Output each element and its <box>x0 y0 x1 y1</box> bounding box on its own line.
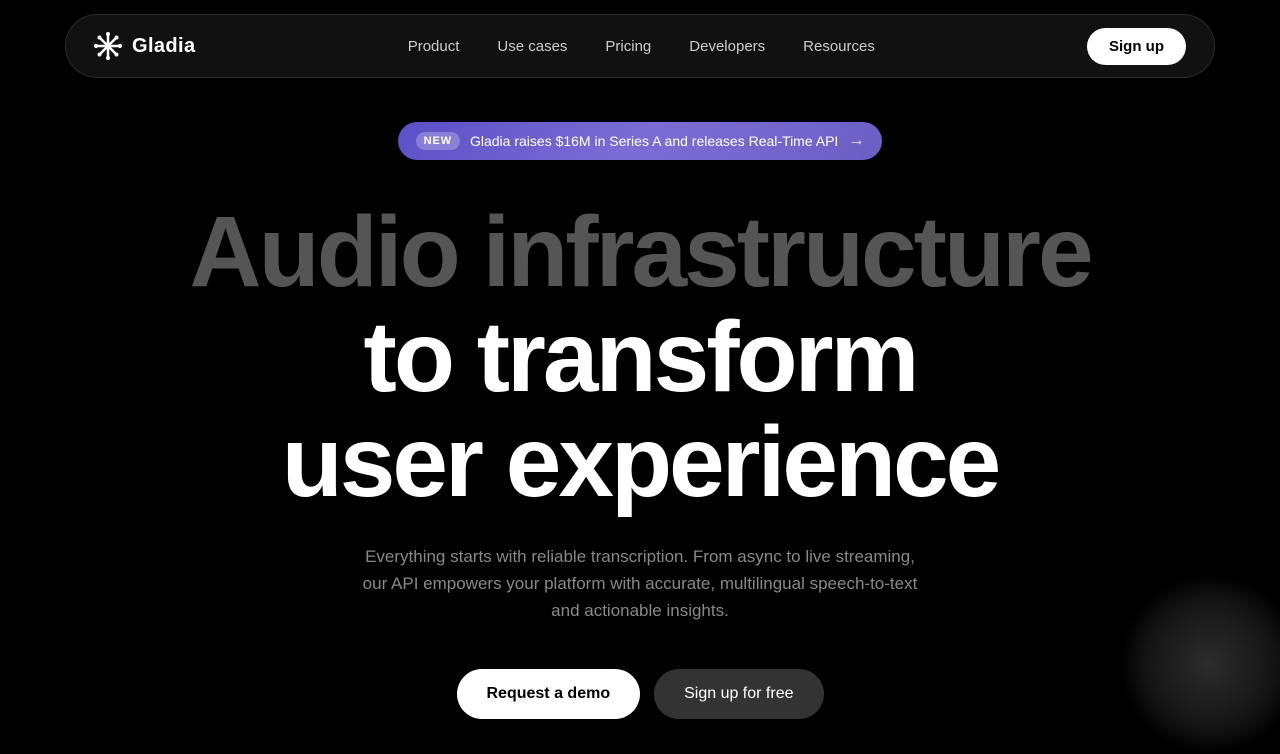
logo-text: Gladia <box>132 35 196 58</box>
hero-headline: Audio infrastructure to transform user e… <box>189 200 1090 515</box>
bottom-decoration <box>1120 574 1280 754</box>
nav-item-pricing[interactable]: Pricing <box>589 30 667 63</box>
announcement-badge[interactable]: NEW Gladia raises $16M in Series A and r… <box>398 122 883 160</box>
hero-line2: to transform <box>189 305 1090 410</box>
hero-section: NEW Gladia raises $16M in Series A and r… <box>0 92 1280 719</box>
navbar: Gladia Product Use cases Pricing Develop… <box>65 14 1215 78</box>
hero-description: Everything starts with reliable transcri… <box>360 543 920 625</box>
badge-new-label: NEW <box>416 132 460 150</box>
hero-line1: Audio infrastructure <box>189 200 1090 305</box>
signup-free-button[interactable]: Sign up for free <box>654 669 823 719</box>
nav-item-use-cases[interactable]: Use cases <box>481 30 583 63</box>
nav-item-developers[interactable]: Developers <box>673 30 781 63</box>
nav-item-resources[interactable]: Resources <box>787 30 891 63</box>
cta-buttons: Request a demo Sign up for free <box>457 669 824 719</box>
request-demo-button[interactable]: Request a demo <box>457 669 641 719</box>
nav-item-product[interactable]: Product <box>392 30 476 63</box>
hero-line3: user experience <box>189 410 1090 515</box>
announcement-arrow: → <box>848 132 864 150</box>
logo[interactable]: Gladia <box>94 32 196 60</box>
gladia-logo-icon <box>94 32 122 60</box>
nav-signup-button[interactable]: Sign up <box>1087 28 1186 65</box>
nav-links: Product Use cases Pricing Developers Res… <box>392 30 891 63</box>
announcement-text: Gladia raises $16M in Series A and relea… <box>470 133 838 149</box>
